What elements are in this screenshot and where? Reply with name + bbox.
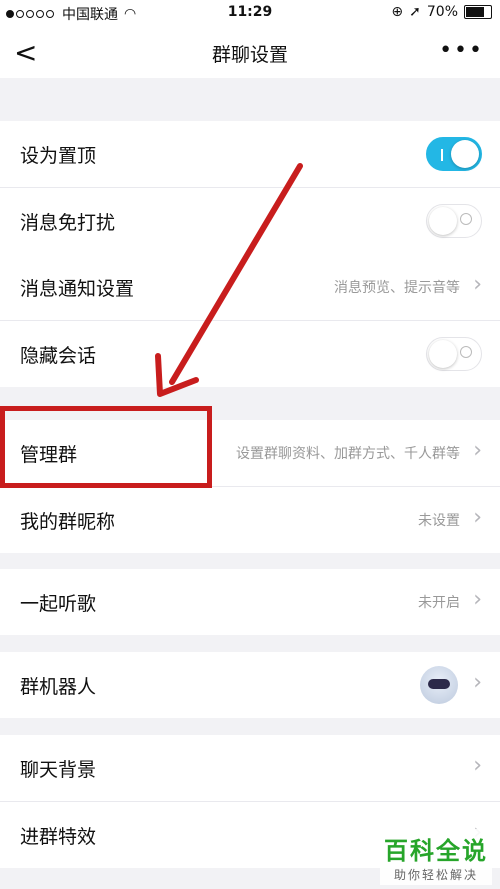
- settings-group: 消息通知设置 消息预览、提示音等 › 隐藏会话: [0, 254, 500, 387]
- watermark-logo: 百科全说 助你轻松解决: [380, 829, 492, 885]
- row-label: 设为置顶: [20, 145, 97, 167]
- toggle-switch[interactable]: [426, 204, 482, 238]
- row-value: 设置群聊资料、加群方式、千人群等: [236, 446, 460, 462]
- rotation-lock-icon: ⊕: [391, 4, 404, 20]
- battery-percentage: 70%: [426, 4, 458, 20]
- settings-group: 设为置顶 消息免打扰: [0, 121, 500, 254]
- chevron-right-icon: ›: [473, 505, 482, 530]
- row-value: 未开启: [418, 595, 460, 611]
- page-title: 群聊设置: [211, 44, 288, 66]
- row-label: 群机器人: [20, 676, 97, 698]
- settings-row[interactable]: 设为置顶: [0, 121, 500, 188]
- settings-row[interactable]: 隐藏会话: [0, 321, 500, 387]
- chevron-right-icon: ›: [473, 438, 482, 463]
- toggle-switch[interactable]: [426, 337, 482, 371]
- row-label: 进群特效: [20, 826, 97, 848]
- location-icon: ➚: [409, 4, 421, 20]
- battery-icon: [464, 5, 492, 19]
- row-value: 未设置: [418, 513, 460, 529]
- row-label: 一起听歌: [20, 593, 97, 615]
- settings-row[interactable]: 消息免打扰: [0, 188, 500, 254]
- chevron-right-icon: ›: [473, 753, 482, 778]
- more-button[interactable]: •••: [439, 38, 484, 63]
- settings-row[interactable]: 消息通知设置 消息预览、提示音等 ›: [0, 254, 500, 321]
- chevron-right-icon: ›: [473, 670, 482, 695]
- status-bar: 中国联通 ◠ 11:29 ⊕ ➚ 70%: [0, 0, 500, 26]
- annotation-highlight-box: [0, 406, 212, 488]
- chevron-right-icon: ›: [473, 587, 482, 612]
- row-label: 聊天背景: [20, 759, 97, 781]
- row-value: 消息预览、提示音等: [334, 280, 460, 296]
- settings-row[interactable]: 群机器人 ›: [0, 652, 500, 718]
- settings-row[interactable]: 一起听歌 未开启 ›: [0, 569, 500, 635]
- settings-group: 群机器人 ›: [0, 652, 500, 718]
- row-label: 我的群昵称: [20, 511, 116, 533]
- robot-avatar-icon: [420, 666, 458, 704]
- settings-row[interactable]: 聊天背景 ›: [0, 735, 500, 802]
- settings-group: 一起听歌 未开启 ›: [0, 569, 500, 635]
- row-label: 隐藏会话: [20, 345, 97, 367]
- row-label: 消息通知设置: [20, 278, 135, 300]
- nav-bar: < 群聊设置 •••: [0, 26, 500, 78]
- toggle-switch[interactable]: [426, 137, 482, 171]
- chevron-right-icon: ›: [473, 272, 482, 297]
- settings-row[interactable]: 我的群昵称 未设置 ›: [0, 487, 500, 553]
- row-label: 消息免打扰: [20, 212, 116, 234]
